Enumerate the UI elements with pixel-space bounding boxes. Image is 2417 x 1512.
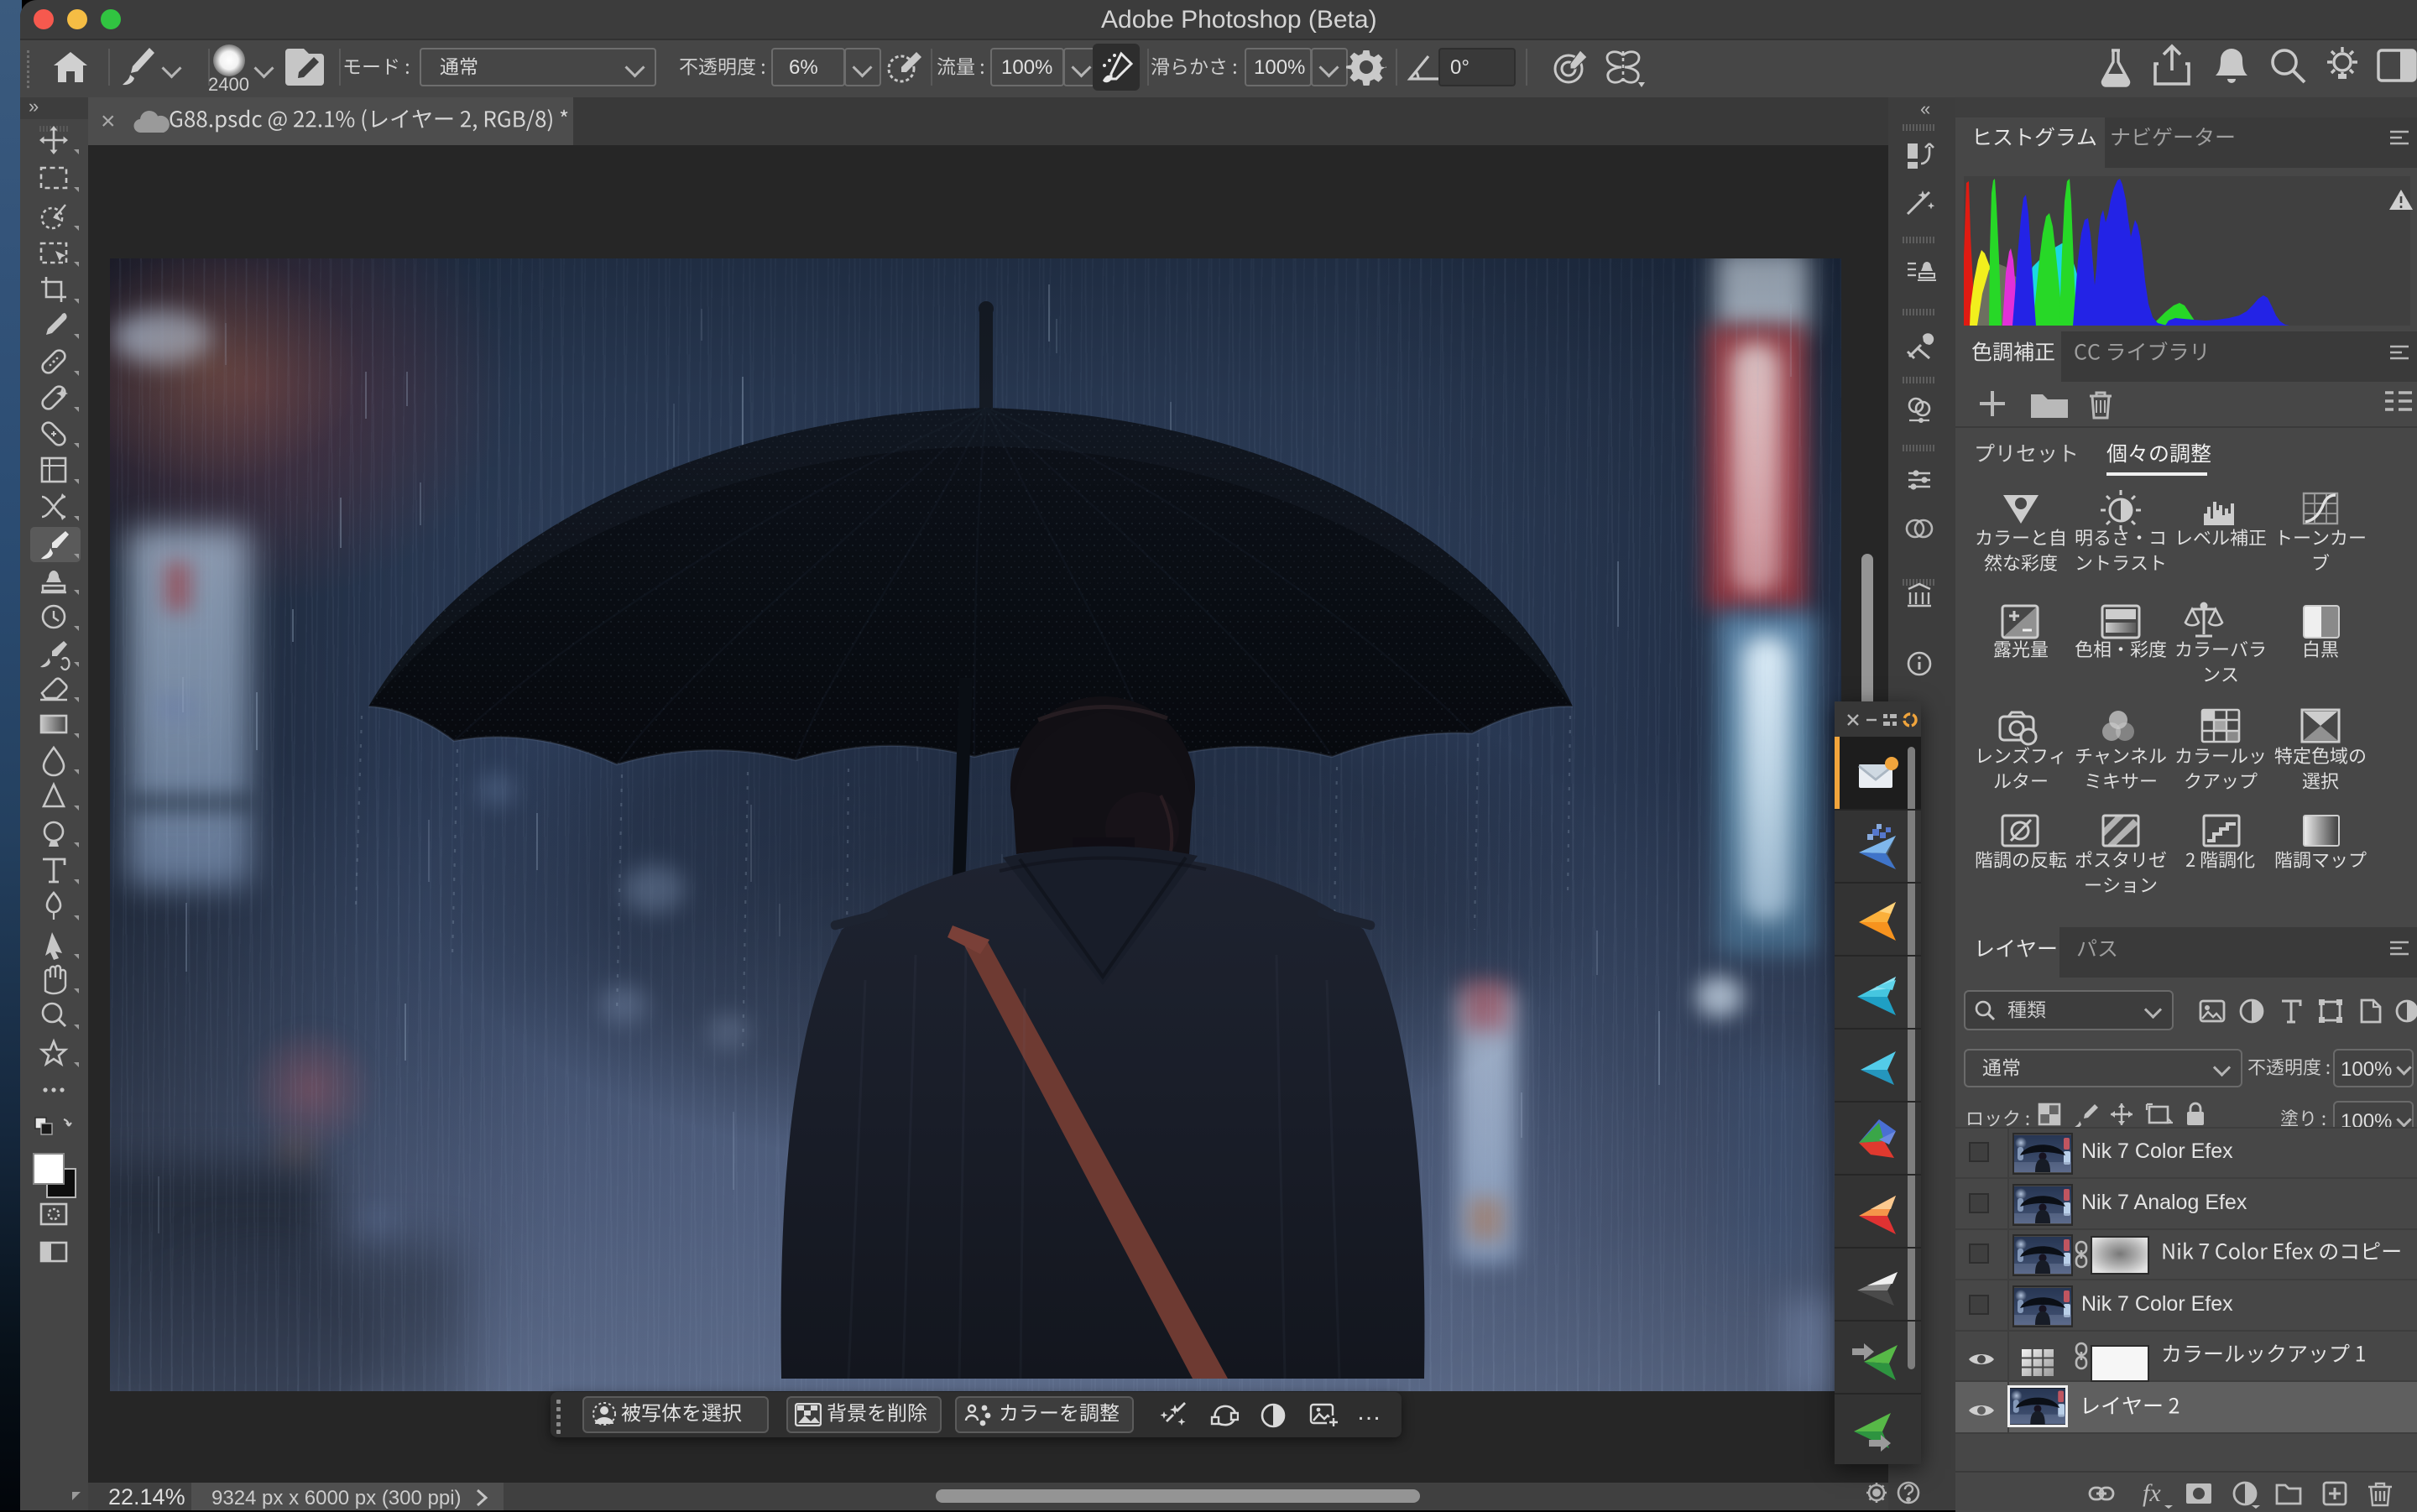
svg-text:fx: fx (2143, 1479, 2161, 1507)
